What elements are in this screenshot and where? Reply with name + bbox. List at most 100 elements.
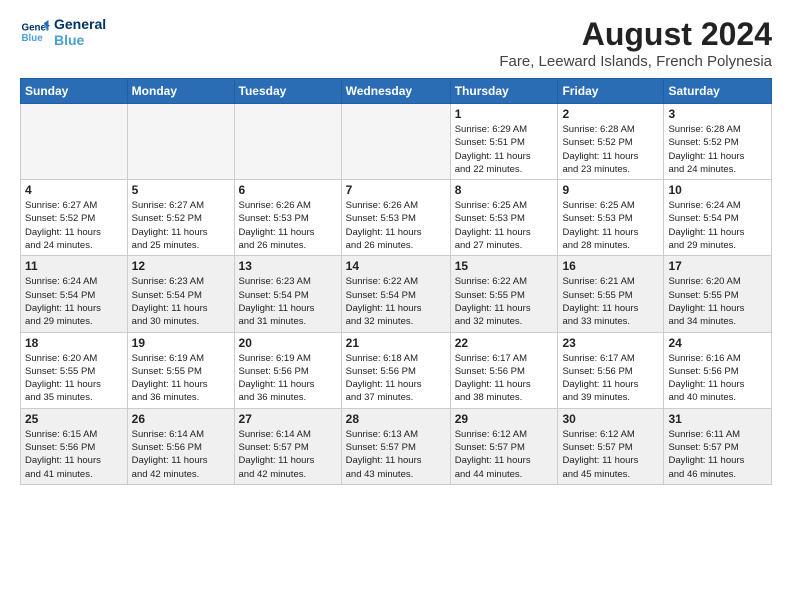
calendar-cell: 18 Sunrise: 6:20 AMSunset: 5:55 PMDayligh… <box>21 332 128 408</box>
calendar-cell: 25Sunrise: 6:15 AMSunset: 5:56 PMDayligh… <box>21 408 128 484</box>
day-info: Sunrise: 6:14 AMSunset: 5:57 PMDaylight:… <box>239 428 337 481</box>
calendar-cell: 1 Sunrise: 6:29 AMSunset: 5:51 PMDaylight… <box>450 104 558 180</box>
day-info: Sunrise: 6:27 AMSunset: 5:52 PMDaylight:… <box>25 199 123 252</box>
day-number: 11 <box>25 259 123 273</box>
day-number: 7 <box>346 183 446 197</box>
day-info: Sunrise: 6:13 AMSunset: 5:57 PMDaylight:… <box>346 428 446 481</box>
calendar-cell: 19 Sunrise: 6:19 AMSunset: 5:55 PMDayligh… <box>127 332 234 408</box>
calendar-cell: 9Sunrise: 6:25 AMSunset: 5:53 PMDaylight… <box>558 180 664 256</box>
calendar-cell: 8 Sunrise: 6:25 AMSunset: 5:53 PMDaylight… <box>450 180 558 256</box>
day-info: Sunrise: 6:19 AMSunset: 5:56 PMDaylight:… <box>239 352 337 405</box>
day-number: 2 <box>562 107 659 121</box>
svg-text:Blue: Blue <box>22 33 44 44</box>
day-info: Sunrise: 6:16 AMSunset: 5:56 PMDaylight:… <box>668 352 767 405</box>
day-info: Sunrise: 6:26 AMSunset: 5:53 PMDaylight:… <box>239 199 337 252</box>
calendar-cell: 22Sunrise: 6:17 AMSunset: 5:56 PMDayligh… <box>450 332 558 408</box>
day-info: Sunrise: 6:22 AMSunset: 5:54 PMDaylight:… <box>346 275 446 328</box>
day-info: Sunrise: 6:28 AMSunset: 5:52 PMDaylight:… <box>562 123 659 176</box>
calendar-cell: 16 Sunrise: 6:21 AMSunset: 5:55 PMDayligh… <box>558 256 664 332</box>
calendar-cell <box>127 104 234 180</box>
day-info: Sunrise: 6:26 AMSunset: 5:53 PMDaylight:… <box>346 199 446 252</box>
day-info: Sunrise: 6:19 AMSunset: 5:55 PMDaylight:… <box>132 352 230 405</box>
day-info: Sunrise: 6:20 AMSunset: 5:55 PMDaylight:… <box>668 275 767 328</box>
day-number: 18 <box>25 336 123 350</box>
logo-icon: General Blue <box>20 17 50 47</box>
day-info: Sunrise: 6:24 AMSunset: 5:54 PMDaylight:… <box>25 275 123 328</box>
calendar-cell: 17 Sunrise: 6:20 AMSunset: 5:55 PMDayligh… <box>664 256 772 332</box>
calendar-cell: 21 Sunrise: 6:18 AMSunset: 5:56 PMDayligh… <box>341 332 450 408</box>
day-info: Sunrise: 6:11 AMSunset: 5:57 PMDaylight:… <box>668 428 767 481</box>
calendar-week-row: 4 Sunrise: 6:27 AMSunset: 5:52 PMDaylight… <box>21 180 772 256</box>
calendar-cell: 26 Sunrise: 6:14 AMSunset: 5:56 PMDayligh… <box>127 408 234 484</box>
calendar-cell: 10 Sunrise: 6:24 AMSunset: 5:54 PMDayligh… <box>664 180 772 256</box>
day-info: Sunrise: 6:23 AMSunset: 5:54 PMDaylight:… <box>132 275 230 328</box>
day-number: 8 <box>455 183 554 197</box>
day-number: 25 <box>25 412 123 426</box>
column-header-saturday: Saturday <box>664 79 772 104</box>
day-info: Sunrise: 6:24 AMSunset: 5:54 PMDaylight:… <box>668 199 767 252</box>
month-year: August 2024 <box>499 16 772 53</box>
day-info: Sunrise: 6:12 AMSunset: 5:57 PMDaylight:… <box>562 428 659 481</box>
day-number: 15 <box>455 259 554 273</box>
header: General Blue General Blue August 2024 Fa… <box>20 16 772 70</box>
calendar-cell <box>341 104 450 180</box>
calendar-cell: 2 Sunrise: 6:28 AMSunset: 5:52 PMDaylight… <box>558 104 664 180</box>
day-number: 16 <box>562 259 659 273</box>
calendar-week-row: 25Sunrise: 6:15 AMSunset: 5:56 PMDayligh… <box>21 408 772 484</box>
day-info: Sunrise: 6:14 AMSunset: 5:56 PMDaylight:… <box>132 428 230 481</box>
day-number: 19 <box>132 336 230 350</box>
day-number: 24 <box>668 336 767 350</box>
column-header-friday: Friday <box>558 79 664 104</box>
calendar-week-row: 1 Sunrise: 6:29 AMSunset: 5:51 PMDaylight… <box>21 104 772 180</box>
day-number: 6 <box>239 183 337 197</box>
day-info: Sunrise: 6:17 AMSunset: 5:56 PMDaylight:… <box>562 352 659 405</box>
day-info: Sunrise: 6:18 AMSunset: 5:56 PMDaylight:… <box>346 352 446 405</box>
logo: General Blue General Blue <box>20 16 106 48</box>
day-info: Sunrise: 6:23 AMSunset: 5:54 PMDaylight:… <box>239 275 337 328</box>
calendar-week-row: 18 Sunrise: 6:20 AMSunset: 5:55 PMDayligh… <box>21 332 772 408</box>
day-info: Sunrise: 6:29 AMSunset: 5:51 PMDaylight:… <box>455 123 554 176</box>
calendar-cell: 15 Sunrise: 6:22 AMSunset: 5:55 PMDayligh… <box>450 256 558 332</box>
column-header-sunday: Sunday <box>21 79 128 104</box>
calendar-week-row: 11 Sunrise: 6:24 AMSunset: 5:54 PMDayligh… <box>21 256 772 332</box>
logo-line2: Blue <box>54 32 106 48</box>
calendar-cell <box>21 104 128 180</box>
location: Fare, Leeward Islands, French Polynesia <box>499 53 772 70</box>
day-info: Sunrise: 6:22 AMSunset: 5:55 PMDaylight:… <box>455 275 554 328</box>
day-number: 26 <box>132 412 230 426</box>
day-number: 31 <box>668 412 767 426</box>
day-number: 17 <box>668 259 767 273</box>
title-block: August 2024 Fare, Leeward Islands, Frenc… <box>499 16 772 70</box>
day-info: Sunrise: 6:21 AMSunset: 5:55 PMDaylight:… <box>562 275 659 328</box>
calendar-cell: 28 Sunrise: 6:13 AMSunset: 5:57 PMDayligh… <box>341 408 450 484</box>
day-number: 9 <box>562 183 659 197</box>
calendar-cell: 4 Sunrise: 6:27 AMSunset: 5:52 PMDaylight… <box>21 180 128 256</box>
day-number: 21 <box>346 336 446 350</box>
day-info: Sunrise: 6:27 AMSunset: 5:52 PMDaylight:… <box>132 199 230 252</box>
day-number: 20 <box>239 336 337 350</box>
calendar-cell: 27Sunrise: 6:14 AMSunset: 5:57 PMDayligh… <box>234 408 341 484</box>
day-number: 10 <box>668 183 767 197</box>
day-number: 13 <box>239 259 337 273</box>
day-number: 28 <box>346 412 446 426</box>
calendar-cell <box>234 104 341 180</box>
day-number: 14 <box>346 259 446 273</box>
day-number: 5 <box>132 183 230 197</box>
calendar-cell: 3Sunrise: 6:28 AMSunset: 5:52 PMDaylight… <box>664 104 772 180</box>
calendar-cell: 7 Sunrise: 6:26 AMSunset: 5:53 PMDaylight… <box>341 180 450 256</box>
calendar-table: SundayMondayTuesdayWednesdayThursdayFrid… <box>20 78 772 485</box>
column-header-monday: Monday <box>127 79 234 104</box>
day-number: 22 <box>455 336 554 350</box>
calendar-cell: 29Sunrise: 6:12 AMSunset: 5:57 PMDayligh… <box>450 408 558 484</box>
day-number: 1 <box>455 107 554 121</box>
day-info: Sunrise: 6:20 AMSunset: 5:55 PMDaylight:… <box>25 352 123 405</box>
calendar-cell: 12Sunrise: 6:23 AMSunset: 5:54 PMDayligh… <box>127 256 234 332</box>
column-header-wednesday: Wednesday <box>341 79 450 104</box>
day-info: Sunrise: 6:12 AMSunset: 5:57 PMDaylight:… <box>455 428 554 481</box>
day-number: 4 <box>25 183 123 197</box>
calendar-cell: 23Sunrise: 6:17 AMSunset: 5:56 PMDayligh… <box>558 332 664 408</box>
day-info: Sunrise: 6:25 AMSunset: 5:53 PMDaylight:… <box>455 199 554 252</box>
column-header-thursday: Thursday <box>450 79 558 104</box>
calendar-cell: 31 Sunrise: 6:11 AMSunset: 5:57 PMDayligh… <box>664 408 772 484</box>
calendar-header-row: SundayMondayTuesdayWednesdayThursdayFrid… <box>21 79 772 104</box>
